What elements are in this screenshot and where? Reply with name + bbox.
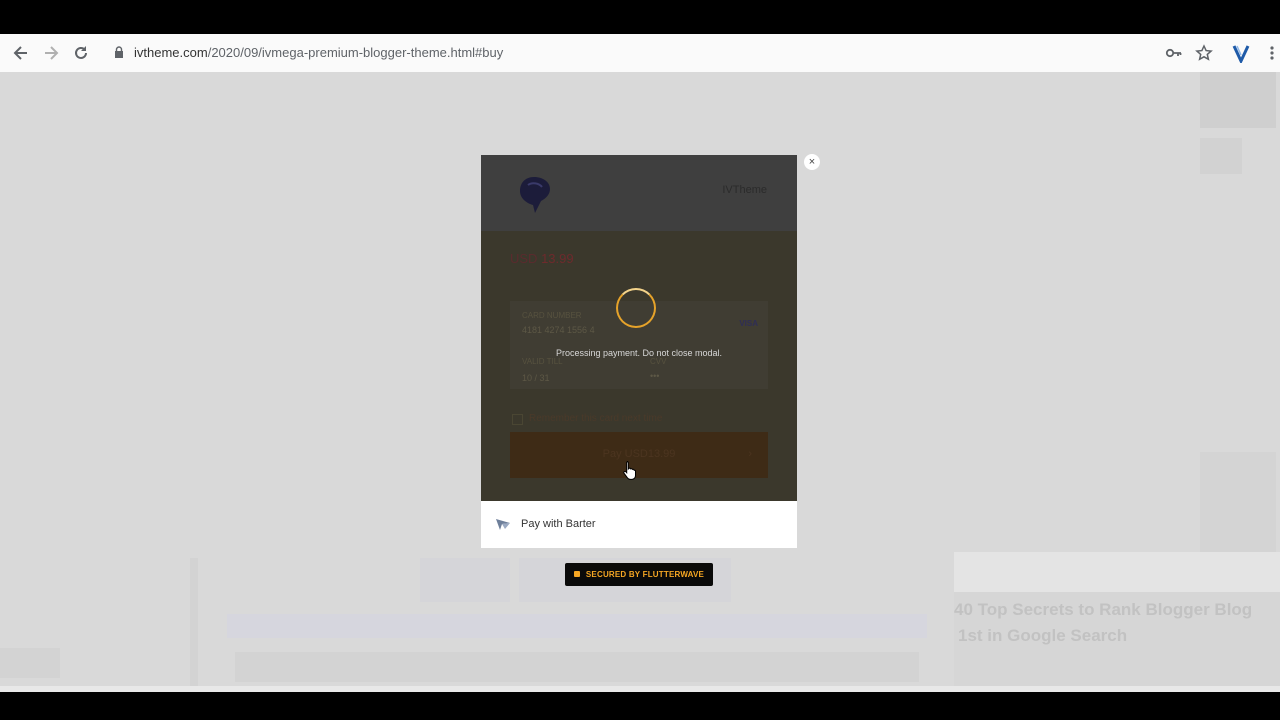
remember-card-checkbox[interactable] (512, 414, 523, 425)
cvv-label: CVV (650, 357, 667, 366)
remember-card-label: Remember this card next time (529, 413, 663, 424)
arrow-right-icon: › (748, 448, 752, 460)
loading-spinner-icon (616, 288, 656, 328)
forward-icon[interactable] (41, 43, 61, 63)
browser-toolbar: ivtheme.com/2020/09/ivmega-premium-blogg… (0, 34, 1280, 73)
screen-bottom-border (0, 692, 1280, 720)
card-number-label: CARD NUMBER (522, 311, 582, 320)
bg-bar (235, 652, 919, 682)
reload-icon[interactable] (71, 43, 91, 63)
bg-sidebar-block (1200, 72, 1276, 128)
bg-card-block (954, 552, 1280, 592)
key-icon[interactable] (1164, 43, 1184, 63)
processing-message: Processing payment. Do not close modal. (555, 348, 723, 358)
bg-headline: 1st in Google Search (958, 626, 1128, 645)
bg-tile (420, 558, 510, 602)
bg-divider (190, 558, 198, 686)
barter-icon (495, 517, 511, 531)
screen-top-border (0, 0, 1280, 34)
merchant-logo-icon (514, 173, 554, 217)
visa-icon: VISA (739, 319, 758, 328)
extension-v-icon[interactable] (1231, 43, 1251, 65)
hand-cursor-icon (623, 460, 637, 480)
url-host: ivtheme.com (134, 45, 208, 60)
price-currency: USD (510, 251, 538, 266)
card-number-field[interactable]: 4181 4274 1556 4 (522, 325, 595, 335)
address-bar[interactable]: ivtheme.com/2020/09/ivmega-premium-blogg… (134, 45, 503, 60)
valid-till-label: VALID TILL (522, 357, 563, 366)
lock-icon (573, 571, 580, 577)
valid-till-field[interactable]: 10 / 31 (522, 373, 550, 383)
modal-header: IVTheme (481, 155, 797, 231)
pay-with-barter-option[interactable]: Pay with Barter (481, 501, 797, 548)
modal-close-button[interactable]: × (804, 154, 820, 170)
bg-sidebar-block (1200, 138, 1242, 174)
secured-label: SECURED BY FLUTTERWAVE (585, 570, 705, 579)
price-amount: 13.99 (541, 251, 574, 266)
modal-body: USD 13.99 CARD NUMBER 4181 4274 1556 4 V… (481, 231, 797, 501)
star-icon[interactable] (1194, 43, 1214, 63)
bg-sidebar-block (1200, 452, 1276, 552)
bg-headline: 40 Top Secrets to Rank Blogger Blog (954, 600, 1253, 619)
merchant-name: IVTheme (722, 184, 767, 196)
url-path: /2020/09/ivmega-premium-blogger-theme.ht… (207, 45, 504, 60)
barter-label: Pay with Barter (521, 518, 596, 530)
price-display: USD 13.99 (510, 251, 574, 266)
bg-tile (0, 648, 60, 678)
menu-dots-icon[interactable] (1262, 43, 1280, 63)
payment-modal: IVTheme USD 13.99 CARD NUMBER 4181 4274 … (481, 155, 797, 501)
cvv-field[interactable]: ••• (650, 371, 659, 381)
secured-badge: SECURED BY FLUTTERWAVE (565, 563, 713, 586)
lock-icon[interactable] (114, 46, 124, 59)
pay-button-label: Pay USD13.99 (602, 448, 676, 460)
bg-bar (227, 614, 927, 638)
pay-button[interactable]: Pay USD13.99 › (510, 432, 768, 478)
back-icon[interactable] (11, 43, 31, 63)
